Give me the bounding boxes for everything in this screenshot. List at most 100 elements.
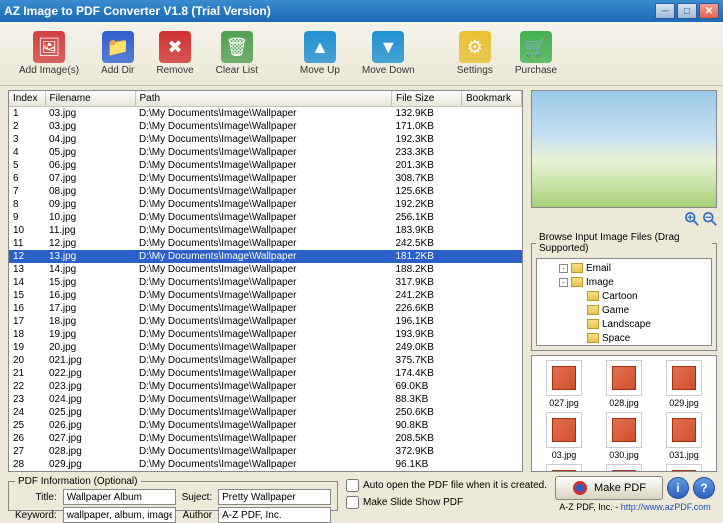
tree-node[interactable]: Game xyxy=(539,303,709,317)
title-field[interactable] xyxy=(63,489,176,505)
clear-list-icon: 🗑 xyxy=(221,31,253,63)
thumbnail[interactable]: 034.jpg xyxy=(656,464,712,472)
table-row[interactable]: 405.jpgD:\My Documents\Image\Wallpaper23… xyxy=(9,146,522,159)
slideshow-checkbox[interactable]: Make Slide Show PDF xyxy=(346,496,547,509)
thumbnail[interactable]: 032.jpg xyxy=(536,464,592,472)
thumb-image-icon xyxy=(606,360,642,396)
thumb-image-icon xyxy=(546,412,582,448)
thumb-label: 028.jpg xyxy=(609,398,639,408)
table-row[interactable]: 708.jpgD:\My Documents\Image\Wallpaper12… xyxy=(9,185,522,198)
thumb-label: 031.jpg xyxy=(669,450,699,460)
settings-button[interactable]: ⚙ Settings xyxy=(450,28,500,79)
move-up-button[interactable]: ▲Move Up xyxy=(293,28,347,79)
table-row[interactable]: 27028.jpgD:\My Documents\Image\Wallpaper… xyxy=(9,445,522,458)
settings-icon: ⚙ xyxy=(459,31,491,63)
add-dir-button[interactable]: 📁 Add Dir xyxy=(94,28,141,79)
tool-label: Move Down xyxy=(362,65,415,76)
zoom-in-icon[interactable] xyxy=(685,212,699,226)
table-row[interactable]: 304.jpgD:\My Documents\Image\Wallpaper19… xyxy=(9,133,522,146)
table-row[interactable]: 1314.jpgD:\My Documents\Image\Wallpaper1… xyxy=(9,263,522,276)
thumb-image-icon xyxy=(546,464,582,472)
thumb-image-icon xyxy=(666,464,702,472)
tree-node[interactable]: -Image xyxy=(539,275,709,289)
keyword-field[interactable] xyxy=(63,507,176,523)
table-row[interactable]: 203.jpgD:\My Documents\Image\Wallpaper17… xyxy=(9,120,522,133)
table-row[interactable]: 103.jpgD:\My Documents\Image\Wallpaper13… xyxy=(9,107,522,121)
tree-node[interactable]: - Email xyxy=(539,261,709,275)
table-row[interactable]: 809.jpgD:\My Documents\Image\Wallpaper19… xyxy=(9,198,522,211)
table-row[interactable]: 24025.jpgD:\My Documents\Image\Wallpaper… xyxy=(9,406,522,419)
tree-node[interactable]: Space xyxy=(539,331,709,345)
tree-node[interactable]: Cartoon xyxy=(539,289,709,303)
table-row[interactable]: 506.jpgD:\My Documents\Image\Wallpaper20… xyxy=(9,159,522,172)
thumbnail[interactable]: 030.jpg xyxy=(596,412,652,460)
table-row[interactable]: 1718.jpgD:\My Documents\Image\Wallpaper1… xyxy=(9,315,522,328)
info-button[interactable]: i xyxy=(667,477,689,499)
column-header[interactable]: Bookmark xyxy=(462,91,522,107)
table-row[interactable]: 1516.jpgD:\My Documents\Image\Wallpaper2… xyxy=(9,289,522,302)
column-header[interactable]: Index xyxy=(9,91,45,107)
table-row[interactable]: 1011.jpgD:\My Documents\Image\Wallpaper1… xyxy=(9,224,522,237)
window-title: AZ Image to PDF Converter V1.8 (Trial Ve… xyxy=(4,4,271,18)
thumbnail[interactable]: 028.jpg xyxy=(596,360,652,408)
table-row[interactable]: 1415.jpgD:\My Documents\Image\Wallpaper3… xyxy=(9,276,522,289)
author-field[interactable] xyxy=(218,507,331,523)
add-images-button[interactable]: 🖼Add Image(s) xyxy=(12,28,86,79)
remove-button[interactable]: ✖Remove xyxy=(149,28,200,79)
table-row[interactable]: 607.jpgD:\My Documents\Image\Wallpaper30… xyxy=(9,172,522,185)
table-row[interactable]: 20021.jpgD:\My Documents\Image\Wallpaper… xyxy=(9,354,522,367)
tool-label: Purchase xyxy=(515,65,557,76)
thumbnail[interactable]: 031.jpg xyxy=(656,412,712,460)
help-button[interactable]: ? xyxy=(693,477,715,499)
add-dir-icon: 📁 xyxy=(102,31,134,63)
column-header[interactable]: File Size xyxy=(392,91,462,107)
table-row[interactable]: 22023.jpgD:\My Documents\Image\Wallpaper… xyxy=(9,380,522,393)
tree-label: Email xyxy=(586,263,611,274)
table-row[interactable]: 26027.jpgD:\My Documents\Image\Wallpaper… xyxy=(9,432,522,445)
folder-icon xyxy=(571,263,583,273)
table-row[interactable]: 1617.jpgD:\My Documents\Image\Wallpaper2… xyxy=(9,302,522,315)
table-row[interactable]: 29030.jpgD:\My Documents\Image\Wallpaper… xyxy=(9,471,522,472)
website-link[interactable]: http://www.azPDF.com xyxy=(621,502,711,512)
table-row[interactable]: 25026.jpgD:\My Documents\Image\Wallpaper… xyxy=(9,419,522,432)
table-row[interactable]: 28029.jpgD:\My Documents\Image\Wallpaper… xyxy=(9,458,522,471)
thumb-label: 027.jpg xyxy=(549,398,579,408)
column-header[interactable]: Path xyxy=(135,91,392,107)
table-row[interactable]: 21022.jpgD:\My Documents\Image\Wallpaper… xyxy=(9,367,522,380)
tree-node[interactable]: Landscape xyxy=(539,317,709,331)
footer-link: A-Z PDF, Inc. - http://www.azPDF.com xyxy=(559,502,711,512)
table-row[interactable]: 1112.jpgD:\My Documents\Image\Wallpaper2… xyxy=(9,237,522,250)
column-header[interactable]: Filename xyxy=(45,91,135,107)
minimize-button[interactable]: ─ xyxy=(655,3,675,19)
thumb-image-icon xyxy=(666,412,702,448)
move-down-button[interactable]: ▼Move Down xyxy=(355,28,422,79)
purchase-button[interactable]: 🛒 Purchase xyxy=(508,28,564,79)
purchase-icon: 🛒 xyxy=(520,31,552,63)
tree-legend: Browse Input Image Files (Drag Supported… xyxy=(536,232,712,254)
thumbnail[interactable]: 03.jpg xyxy=(536,412,592,460)
thumbnail[interactable]: 027.jpg xyxy=(536,360,592,408)
folder-icon xyxy=(587,333,599,343)
thumbnail[interactable]: 029.jpg xyxy=(656,360,712,408)
table-row[interactable]: 1819.jpgD:\My Documents\Image\Wallpaper1… xyxy=(9,328,522,341)
table-row[interactable]: 23024.jpgD:\My Documents\Image\Wallpaper… xyxy=(9,393,522,406)
tree-node[interactable]: Wallpaper xyxy=(539,345,709,346)
close-button[interactable]: ✕ xyxy=(699,3,719,19)
make-pdf-button[interactable]: Make PDF xyxy=(555,476,663,500)
expander-icon[interactable]: - xyxy=(559,278,568,287)
thumbnail[interactable]: 033.jpg xyxy=(596,464,652,472)
move-up-icon: ▲ xyxy=(304,31,336,63)
tool-label: Remove xyxy=(156,65,193,76)
zoom-out-icon[interactable] xyxy=(703,212,717,226)
table-row[interactable]: 1213.jpgD:\My Documents\Image\Wallpaper1… xyxy=(9,250,522,263)
expander-icon[interactable]: - xyxy=(559,264,568,273)
maximize-button[interactable]: □ xyxy=(677,3,697,19)
tool-label: Add Dir xyxy=(101,65,134,76)
tool-label: Settings xyxy=(457,65,493,76)
auto-open-checkbox[interactable]: Auto open the PDF file when it is create… xyxy=(346,479,547,492)
folder-icon xyxy=(587,305,599,315)
table-row[interactable]: 1920.jpgD:\My Documents\Image\Wallpaper2… xyxy=(9,341,522,354)
subject-field[interactable] xyxy=(218,489,331,505)
table-row[interactable]: 910.jpgD:\My Documents\Image\Wallpaper25… xyxy=(9,211,522,224)
clear-list-button[interactable]: 🗑Clear List xyxy=(209,28,265,79)
